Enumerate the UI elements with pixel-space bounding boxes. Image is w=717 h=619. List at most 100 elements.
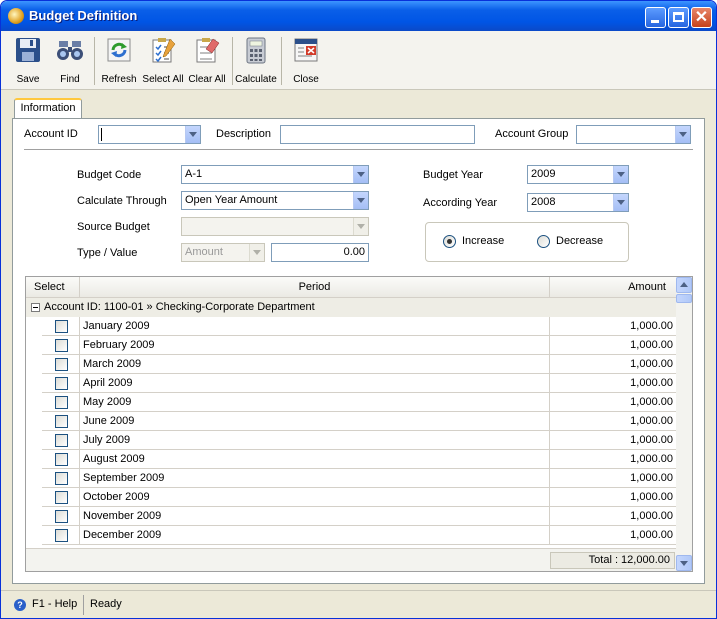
table-row[interactable]: March 2009 1,000.00 bbox=[42, 355, 676, 374]
toolbar: Save Find Refresh Select All Clear All C… bbox=[1, 31, 716, 90]
refresh-button[interactable]: Refresh bbox=[98, 33, 140, 87]
row-period: July 2009 bbox=[80, 431, 550, 449]
according-year-combo[interactable]: 2008 bbox=[527, 193, 629, 212]
row-period: May 2009 bbox=[80, 393, 550, 411]
source-budget-combo bbox=[181, 217, 369, 236]
scroll-down-icon[interactable] bbox=[676, 555, 692, 571]
row-period: September 2009 bbox=[80, 469, 550, 487]
close-window-button[interactable]: ✕ bbox=[691, 7, 712, 28]
budget-year-combo[interactable]: 2009 bbox=[527, 165, 629, 184]
account-group-combo[interactable] bbox=[576, 125, 691, 144]
calculate-through-label: Calculate Through bbox=[77, 195, 167, 207]
table-row[interactable]: January 2009 1,000.00 bbox=[42, 317, 676, 336]
scroll-up-icon[interactable] bbox=[676, 277, 692, 293]
close-form-icon bbox=[294, 38, 318, 62]
find-button[interactable]: Find bbox=[49, 33, 91, 87]
grid-footer: Total : 12,000.00 bbox=[26, 548, 676, 571]
calculate-button[interactable]: Calculate bbox=[235, 33, 277, 87]
increase-decrease-group: Increase Decrease bbox=[425, 222, 629, 262]
value-amount-input[interactable]: 0.00 bbox=[271, 243, 369, 262]
increase-label: Increase bbox=[462, 235, 505, 247]
budget-code-label: Budget Code bbox=[77, 169, 142, 181]
minimize-button[interactable] bbox=[645, 7, 666, 28]
help-icon[interactable]: ? bbox=[14, 599, 26, 611]
save-button[interactable]: Save bbox=[7, 33, 49, 87]
select-all-label: Select All bbox=[142, 74, 184, 85]
chevron-down-icon[interactable] bbox=[185, 126, 200, 143]
floppy-disk-icon bbox=[16, 38, 40, 62]
group-row[interactable]: Account ID: 1100-01 » Checking-Corporate… bbox=[26, 298, 676, 317]
toolbar-separator bbox=[232, 37, 233, 85]
chevron-down-icon[interactable] bbox=[613, 166, 628, 183]
row-amount: 1,000.00 bbox=[630, 491, 673, 503]
row-checkbox[interactable] bbox=[55, 510, 68, 523]
table-row[interactable]: July 2009 1,000.00 bbox=[42, 431, 676, 450]
tab-information[interactable]: Information bbox=[14, 98, 82, 118]
chevron-down-icon[interactable] bbox=[353, 166, 368, 183]
account-id-combo[interactable] bbox=[98, 125, 201, 144]
close-button[interactable]: Close bbox=[285, 33, 327, 87]
table-row[interactable]: August 2009 1,000.00 bbox=[42, 450, 676, 469]
scroll-thumb[interactable] bbox=[676, 294, 692, 303]
eraser-checklist-icon bbox=[196, 38, 220, 63]
select-all-button[interactable]: Select All bbox=[141, 33, 185, 87]
column-period[interactable]: Period bbox=[80, 277, 550, 297]
column-select[interactable]: Select bbox=[26, 277, 80, 297]
group-label: Account ID: 1100-01 » Checking-Corporate… bbox=[44, 301, 315, 313]
status-bar: ? F1 - Help Ready bbox=[1, 590, 716, 618]
type-value-label: Type / Value bbox=[77, 247, 138, 259]
row-checkbox[interactable] bbox=[55, 529, 68, 542]
decrease-label: Decrease bbox=[556, 235, 604, 247]
maximize-button[interactable] bbox=[668, 7, 689, 28]
close-label: Close bbox=[293, 74, 319, 85]
table-row[interactable]: September 2009 1,000.00 bbox=[42, 469, 676, 488]
chevron-down-icon bbox=[249, 244, 264, 261]
type-value: Amount bbox=[185, 246, 223, 258]
budget-year-label: Budget Year bbox=[423, 169, 483, 181]
row-checkbox[interactable] bbox=[55, 491, 68, 504]
row-checkbox[interactable] bbox=[55, 415, 68, 428]
description-input[interactable] bbox=[280, 125, 475, 144]
app-icon bbox=[8, 8, 24, 24]
chevron-down-icon[interactable] bbox=[353, 192, 368, 209]
budget-code-combo[interactable]: A-1 bbox=[181, 165, 369, 184]
row-checkbox[interactable] bbox=[55, 320, 68, 333]
row-checkbox[interactable] bbox=[55, 453, 68, 466]
text-cursor bbox=[101, 128, 102, 141]
table-row[interactable]: October 2009 1,000.00 bbox=[42, 488, 676, 507]
chevron-down-icon[interactable] bbox=[675, 126, 690, 143]
status-separator bbox=[83, 595, 84, 615]
table-row[interactable]: May 2009 1,000.00 bbox=[42, 393, 676, 412]
according-year-label: According Year bbox=[423, 197, 497, 209]
table-row[interactable]: February 2009 1,000.00 bbox=[42, 336, 676, 355]
column-amount[interactable]: Amount bbox=[550, 277, 676, 297]
clear-all-button[interactable]: Clear All bbox=[185, 33, 229, 87]
collapse-icon[interactable] bbox=[31, 303, 40, 312]
row-checkbox[interactable] bbox=[55, 396, 68, 409]
checklist-icon bbox=[152, 38, 176, 63]
find-label: Find bbox=[60, 74, 80, 85]
row-period: January 2009 bbox=[80, 317, 550, 335]
radio-selected-icon bbox=[443, 235, 456, 248]
row-checkbox[interactable] bbox=[55, 434, 68, 447]
row-period: August 2009 bbox=[80, 450, 550, 468]
row-checkbox[interactable] bbox=[55, 472, 68, 485]
help-label[interactable]: F1 - Help bbox=[32, 598, 77, 610]
table-row[interactable]: April 2009 1,000.00 bbox=[42, 374, 676, 393]
budget-year-value: 2009 bbox=[531, 168, 556, 180]
according-year-value: 2008 bbox=[531, 196, 556, 208]
title-bar[interactable]: Budget Definition ✕ bbox=[1, 1, 716, 31]
row-period: October 2009 bbox=[80, 488, 550, 506]
calculate-through-combo[interactable]: Open Year Amount bbox=[181, 191, 369, 210]
table-row[interactable]: December 2009 1,000.00 bbox=[42, 526, 676, 545]
table-row[interactable]: November 2009 1,000.00 bbox=[42, 507, 676, 526]
table-row[interactable]: June 2009 1,000.00 bbox=[42, 412, 676, 431]
row-checkbox[interactable] bbox=[55, 339, 68, 352]
row-checkbox[interactable] bbox=[55, 377, 68, 390]
row-period: February 2009 bbox=[80, 336, 550, 354]
chevron-down-icon[interactable] bbox=[613, 194, 628, 211]
row-checkbox[interactable] bbox=[55, 358, 68, 371]
row-period: March 2009 bbox=[80, 355, 550, 373]
vertical-scrollbar[interactable] bbox=[676, 277, 692, 571]
source-budget-label: Source Budget bbox=[77, 221, 150, 233]
